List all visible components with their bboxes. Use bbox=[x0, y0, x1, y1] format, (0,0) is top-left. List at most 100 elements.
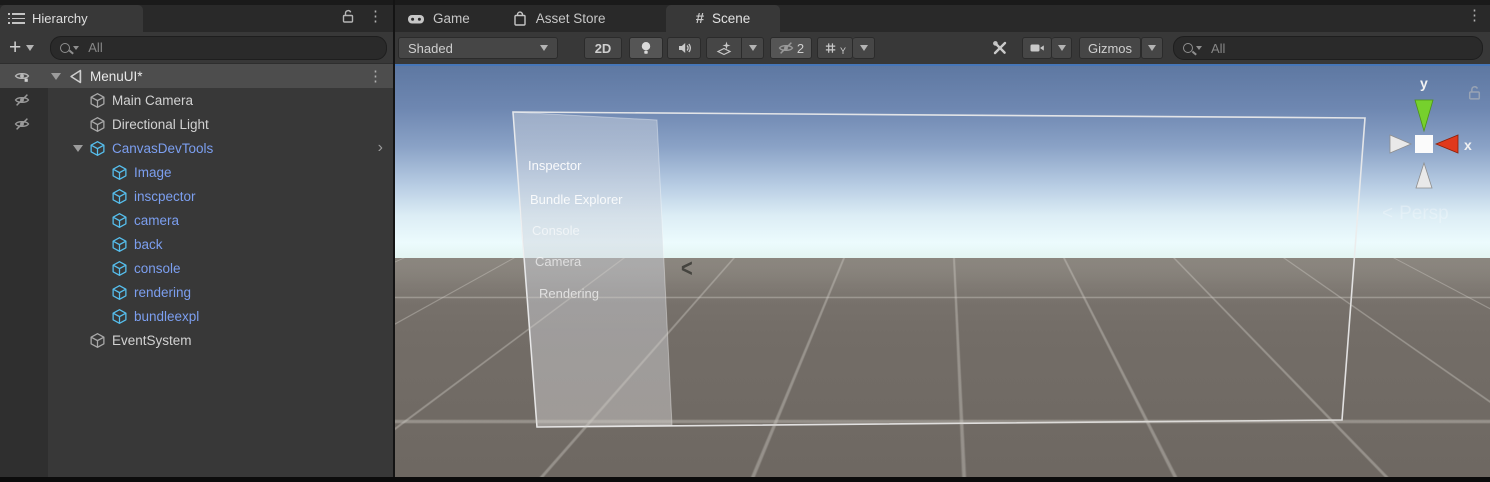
sparkle-layers-icon bbox=[716, 40, 732, 56]
foldout-triangle-icon[interactable] bbox=[73, 145, 83, 152]
prefab-open-chevron-icon[interactable]: › bbox=[378, 139, 383, 157]
tab-scene-label: Scene bbox=[712, 11, 750, 26]
tab-hierarchy[interactable]: Hierarchy bbox=[0, 5, 143, 32]
gizmos-button[interactable]: Gizmos bbox=[1079, 37, 1141, 59]
gizmo-center-cube[interactable] bbox=[1415, 135, 1433, 153]
kebab-menu-icon[interactable]: ⋮ bbox=[368, 9, 383, 24]
grid-group: Y bbox=[817, 37, 875, 59]
tab-scene[interactable]: # Scene bbox=[666, 5, 780, 32]
chevron-down-icon bbox=[540, 45, 548, 51]
item-label: rendering bbox=[134, 285, 191, 300]
grid-dropdown[interactable] bbox=[853, 37, 875, 59]
speaker-icon bbox=[676, 40, 692, 56]
tree-row-bundleexpl[interactable]: bundleexpl bbox=[0, 304, 393, 328]
toggle-2d-button[interactable]: 2D bbox=[584, 37, 622, 59]
camera-dropdown[interactable] bbox=[1052, 37, 1072, 59]
scene-panel: Game Asset Store # Scene ⋮ Shaded 2D bbox=[395, 0, 1490, 482]
tree-row-eventsystem[interactable]: EventSystem bbox=[0, 328, 393, 352]
tree-row-camera[interactable]: camera bbox=[0, 208, 393, 232]
create-dropdown-icon[interactable] bbox=[26, 45, 34, 51]
tree-row-inscpector[interactable]: inscpector bbox=[0, 184, 393, 208]
prefab-cube-icon bbox=[89, 140, 106, 157]
cube-icon bbox=[89, 116, 106, 133]
axis-x-cone[interactable] bbox=[1436, 135, 1458, 153]
prefab-cube-icon bbox=[111, 212, 128, 229]
bag-icon bbox=[512, 11, 528, 27]
search-filter-caret-icon[interactable] bbox=[1196, 46, 1202, 50]
foldout-triangle-icon[interactable] bbox=[51, 73, 61, 80]
scene-search-input[interactable] bbox=[1209, 40, 1473, 57]
menu-collapse-arrow[interactable]: < bbox=[681, 255, 693, 284]
prefab-cube-icon bbox=[111, 308, 128, 325]
prefab-cube-icon bbox=[111, 164, 128, 181]
chevron-down-icon bbox=[860, 45, 868, 51]
lightbulb-icon bbox=[638, 40, 654, 56]
tree-row-image[interactable]: Image bbox=[0, 160, 393, 184]
item-label: camera bbox=[134, 213, 179, 228]
tree-row-main-camera[interactable]: Main Camera bbox=[0, 88, 393, 112]
scene-effects-button[interactable] bbox=[706, 37, 742, 59]
item-label: console bbox=[134, 261, 181, 276]
item-label: bundleexpl bbox=[134, 309, 199, 324]
tree-row-directional-light[interactable]: Directional Light bbox=[0, 112, 393, 136]
tree-row-console[interactable]: console bbox=[0, 256, 393, 280]
scene-search-box[interactable] bbox=[1173, 36, 1483, 60]
kebab-menu-icon[interactable]: ⋮ bbox=[1467, 8, 1482, 23]
gizmos-dropdown[interactable] bbox=[1141, 37, 1163, 59]
prefab-cube-icon bbox=[111, 284, 128, 301]
menu-item-bundle-explorer[interactable]: Bundle Explorer bbox=[530, 192, 623, 207]
cube-icon bbox=[89, 332, 106, 349]
hierarchy-tree: MenuUI* ⋮ Main Camera Directional Light … bbox=[0, 64, 393, 477]
hierarchy-search-box[interactable] bbox=[50, 36, 387, 60]
scene-visibility-eye-icon[interactable] bbox=[10, 68, 34, 84]
tree-row-back[interactable]: back bbox=[0, 232, 393, 256]
gizmo-lock-icon[interactable] bbox=[1466, 84, 1483, 101]
shading-mode-dropdown[interactable]: Shaded bbox=[398, 37, 558, 59]
tree-row-canvasdevtools[interactable]: CanvasDevTools › bbox=[0, 136, 393, 160]
tab-asset-store[interactable]: Asset Store bbox=[502, 6, 616, 32]
effects-dropdown[interactable] bbox=[742, 37, 764, 59]
create-button[interactable]: + bbox=[9, 38, 21, 58]
tree-row-rendering[interactable]: rendering bbox=[0, 280, 393, 304]
lock-icon[interactable] bbox=[340, 8, 356, 24]
hierarchy-list-icon bbox=[12, 13, 25, 23]
axis-y-cone[interactable] bbox=[1415, 100, 1433, 131]
axis-neg-y-cone[interactable] bbox=[1416, 163, 1432, 188]
scene-header-row[interactable]: MenuUI* ⋮ bbox=[0, 64, 393, 88]
focused-panel-indicator bbox=[395, 64, 1490, 66]
item-label: Main Camera bbox=[112, 93, 193, 108]
eye-off-icon[interactable] bbox=[10, 116, 34, 132]
scene-kebab-icon[interactable]: ⋮ bbox=[368, 69, 383, 84]
hierarchy-search-input[interactable] bbox=[86, 39, 377, 56]
gizmos-group: Gizmos bbox=[1079, 37, 1163, 59]
item-label: CanvasDevTools bbox=[112, 141, 213, 156]
axis-neg-x-cone[interactable] bbox=[1390, 135, 1411, 153]
unity-editor-window: Hierarchy ⋮ + MenuUI* ⋮ bbox=[0, 0, 1490, 482]
component-tools-button[interactable] bbox=[985, 37, 1015, 59]
menu-item-rendering[interactable]: Rendering bbox=[539, 286, 599, 301]
search-filter-caret-icon[interactable] bbox=[73, 46, 79, 50]
item-label: EventSystem bbox=[112, 333, 192, 348]
item-label: Image bbox=[134, 165, 172, 180]
persp-text: Persp bbox=[1399, 203, 1449, 225]
menu-item-camera[interactable]: Camera bbox=[535, 254, 581, 269]
projection-label[interactable]: < Persp bbox=[1382, 203, 1449, 225]
scene-tabbar: Game Asset Store # Scene ⋮ bbox=[395, 0, 1490, 33]
scene-audio-button[interactable] bbox=[667, 37, 701, 59]
prefab-cube-icon bbox=[111, 188, 128, 205]
menu-item-console[interactable]: Console bbox=[532, 223, 580, 238]
scene-camera-button[interactable] bbox=[1022, 37, 1052, 59]
eye-off-icon bbox=[778, 40, 794, 56]
eye-off-icon[interactable] bbox=[10, 92, 34, 108]
scene-lighting-button[interactable] bbox=[629, 37, 663, 59]
chevron-down-icon bbox=[1058, 45, 1066, 51]
hierarchy-tab-label: Hierarchy bbox=[32, 11, 88, 26]
menu-item-inspector[interactable]: Inspector bbox=[528, 158, 581, 173]
search-icon bbox=[1183, 43, 1193, 53]
shading-mode-label: Shaded bbox=[408, 41, 453, 56]
grid-visibility-button[interactable]: Y bbox=[817, 37, 853, 59]
tab-game[interactable]: Game bbox=[397, 6, 480, 32]
hidden-objects-button[interactable]: 2 bbox=[770, 37, 812, 59]
grid-icon bbox=[824, 41, 839, 56]
scene-viewport[interactable]: Inspector Bundle Explorer Console Camera… bbox=[395, 66, 1490, 477]
